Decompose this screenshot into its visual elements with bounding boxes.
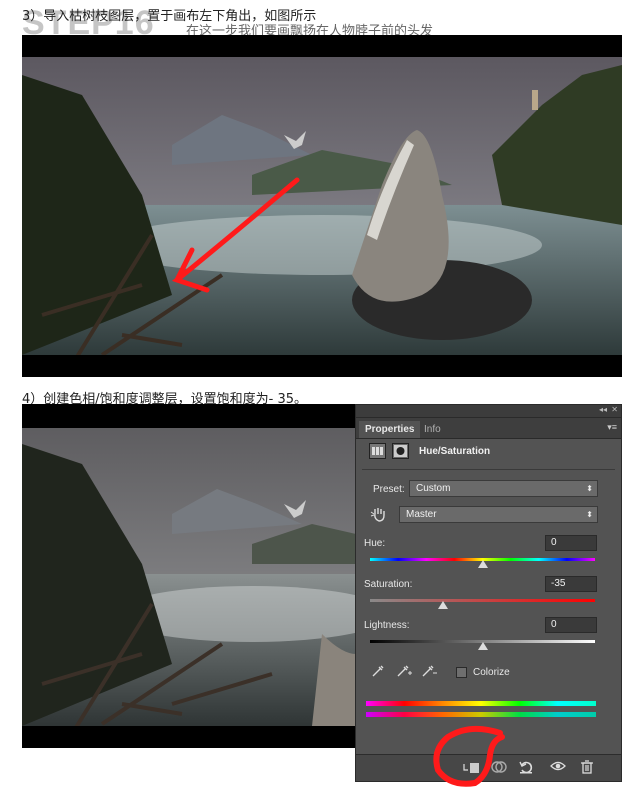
eyedropper-plus-icon[interactable] <box>396 664 412 681</box>
source-spectrum-bar <box>366 701 596 706</box>
bottom-photo <box>22 404 356 748</box>
hand-tool-icon[interactable] <box>370 505 388 526</box>
top-photo <box>22 35 622 377</box>
panel-tabs: Properties Info ▾≡ <box>356 418 621 439</box>
adjustment-header: Hue/Saturation <box>356 439 621 465</box>
collapse-double-arrow-icon[interactable]: ◂◂ <box>599 405 607 414</box>
panel-topbar: ◂◂ ✕ <box>356 405 621 418</box>
mask-icon[interactable] <box>392 443 409 459</box>
updown-arrow-icon: ⬍ <box>586 510 593 519</box>
adjustment-icon[interactable] <box>369 443 386 459</box>
tab-properties[interactable]: Properties <box>359 421 421 438</box>
reset-icon[interactable] <box>518 759 534 778</box>
channel-value: Master <box>406 509 437 520</box>
eyedropper-icon[interactable] <box>371 664 385 681</box>
hue-label: Hue: <box>364 538 386 549</box>
eyedropper-minus-icon[interactable] <box>421 664 437 681</box>
adjustment-title: Hue/Saturation <box>419 446 491 457</box>
saturation-slider-thumb[interactable] <box>438 601 449 609</box>
result-spectrum-bar <box>366 712 596 717</box>
preset-dropdown[interactable]: Custom ⬍ <box>409 480 598 497</box>
colorize-label: Colorize <box>473 667 510 678</box>
lightness-label: Lightness: <box>364 620 410 631</box>
lightness-slider-thumb[interactable] <box>477 642 488 650</box>
preset-label: Preset: <box>373 484 405 495</box>
close-icon[interactable]: ✕ <box>611 405 618 414</box>
preset-value: Custom <box>416 483 451 494</box>
updown-arrow-icon: ⬍ <box>586 484 593 493</box>
panel-menu-icon[interactable]: ▾≡ <box>607 422 617 433</box>
hue-slider-thumb[interactable] <box>477 560 488 568</box>
tab-info[interactable]: Info <box>418 421 447 438</box>
divider <box>362 469 615 470</box>
lightness-input[interactable]: 0 <box>545 617 597 633</box>
saturation-slider[interactable] <box>370 599 595 602</box>
saturation-label: Saturation: <box>364 579 413 590</box>
channel-dropdown[interactable]: Master ⬍ <box>399 506 598 523</box>
saturation-input[interactable]: -35 <box>545 576 597 592</box>
trash-icon[interactable] <box>580 759 594 778</box>
hue-input[interactable]: 0 <box>545 535 597 551</box>
visibility-eye-icon[interactable] <box>550 759 566 776</box>
colorize-checkbox[interactable] <box>456 667 467 678</box>
red-annotation-circle <box>433 725 505 787</box>
